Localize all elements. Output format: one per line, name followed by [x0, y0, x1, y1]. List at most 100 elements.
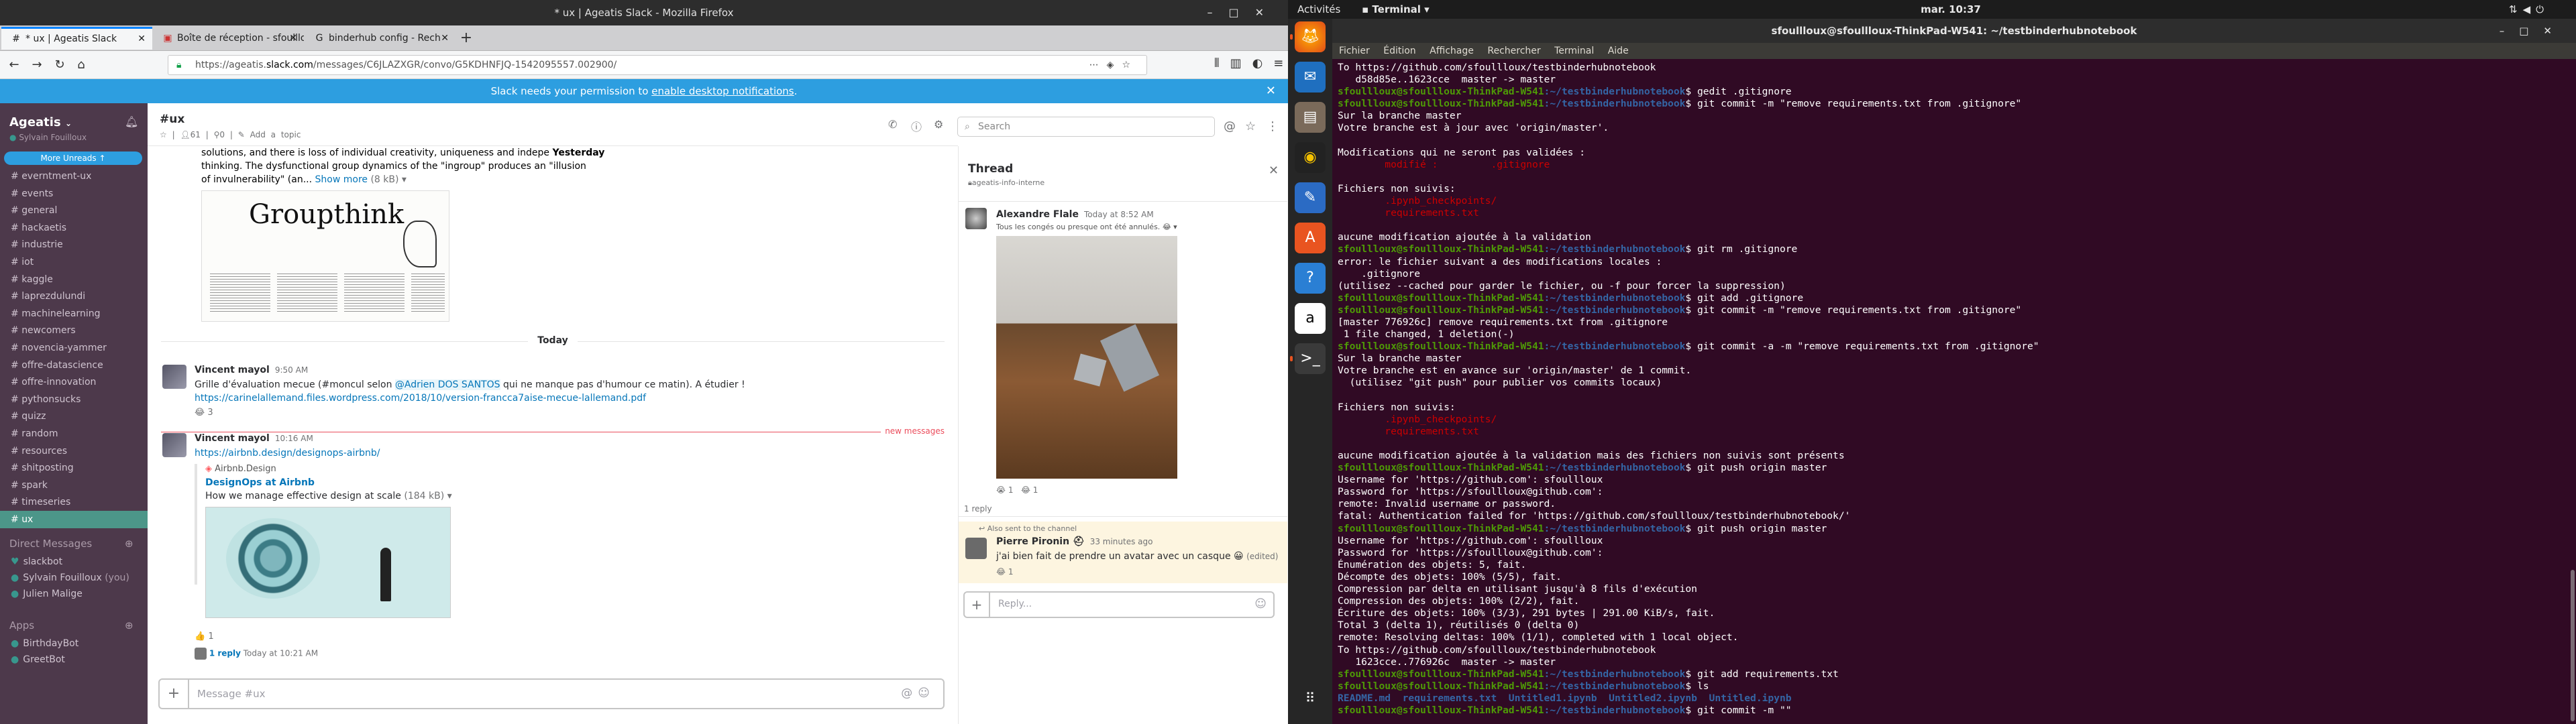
maximize-icon[interactable]: □: [2519, 25, 2543, 37]
tab-close-icon[interactable]: ✕: [138, 29, 146, 49]
author-name[interactable]: Alexandre Flale: [996, 209, 1079, 220]
dm-item[interactable]: ♥ slackbot: [0, 554, 148, 570]
app-item[interactable]: ● GreetBot: [0, 652, 148, 668]
mention-icon[interactable]: @: [901, 686, 918, 700]
sidebar-icon[interactable]: ▥: [1230, 56, 1252, 70]
mention-icon[interactable]: @: [1224, 119, 1236, 133]
forward-button[interactable]: →: [28, 56, 46, 74]
more-vertical-icon[interactable]: ⋮: [1267, 119, 1279, 133]
emoji-icon[interactable]: ☺: [1254, 597, 1267, 611]
members-icon[interactable]: 👤︎: [180, 130, 190, 139]
apps-header[interactable]: Apps ⊕: [9, 619, 133, 631]
rhythmbox-icon[interactable]: ◉: [1295, 142, 1326, 173]
menu-item[interactable]: Terminal: [1554, 46, 1594, 56]
home-button[interactable]: ⌂: [72, 56, 90, 74]
enable-notifications-link[interactable]: enable desktop notifications: [651, 85, 794, 97]
unfurl-title[interactable]: DesignOps at Airbnb: [205, 477, 463, 491]
user-mention[interactable]: @Adrien DOS SANTOS: [394, 379, 500, 390]
sidebar-item-novencia-yammer[interactable]: # novencia-yammer: [0, 339, 148, 357]
software-center-icon[interactable]: A: [1295, 223, 1326, 253]
emoji-icon[interactable]: ☺: [918, 686, 935, 700]
close-icon[interactable]: ✕: [2543, 25, 2567, 37]
system-tray[interactable]: ⇅◀⏻: [2509, 3, 2549, 15]
back-button[interactable]: ←: [5, 56, 23, 74]
designops-image[interactable]: [205, 507, 451, 618]
author-name[interactable]: Pierre Pironin: [996, 536, 1069, 547]
close-icon[interactable]: ✕: [1255, 6, 1280, 19]
app-item[interactable]: ● BirthdayBot: [0, 636, 148, 652]
sidebar-item-shitposting[interactable]: # shitposting: [0, 459, 148, 477]
more-icon[interactable]: ⋯: [1089, 60, 1107, 70]
url-bar[interactable]: 🔒︎ https://ageatis.slack.com/messages/C6J…: [168, 55, 1147, 75]
sidebar-item-spark[interactable]: # spark: [0, 477, 148, 494]
timestamp[interactable]: 33 minutes ago: [1090, 537, 1153, 546]
extension-icon[interactable]: ◐: [1252, 56, 1274, 70]
floor-photo[interactable]: [996, 236, 1177, 479]
menu-item[interactable]: Fichier: [1339, 46, 1370, 56]
timestamp[interactable]: 10:16 AM: [275, 434, 313, 443]
menu-item[interactable]: Édition: [1383, 46, 1415, 56]
message-link[interactable]: https://airbnb.design/designops-airbnb/: [195, 448, 380, 459]
message-composer[interactable]: + Message #ux @☺: [158, 678, 945, 709]
firefox-icon[interactable]: 🦊︎: [1290, 21, 1326, 52]
call-icon[interactable]: ✆: [888, 118, 897, 131]
menu-item[interactable]: Rechercher: [1487, 46, 1540, 56]
sidebar-item-newcomers[interactable]: # newcomers: [0, 322, 148, 339]
add-topic-link[interactable]: ✎ Add a topic: [238, 130, 301, 139]
search-input[interactable]: ⌕ Search: [957, 117, 1215, 137]
sidebar-item-events[interactable]: # events: [0, 185, 148, 202]
tab-close-icon[interactable]: ✕: [441, 27, 449, 50]
reload-button[interactable]: ↻: [51, 56, 68, 74]
minimize-icon[interactable]: –: [1207, 6, 1228, 19]
sidebar-item-ux[interactable]: # ux: [0, 511, 148, 528]
sidebar-item-industrie[interactable]: # industrie: [0, 236, 148, 253]
caret-icon[interactable]: ▾: [1173, 223, 1177, 231]
avatar[interactable]: [162, 433, 186, 457]
terminal-output[interactable]: To https://github.com/sfoullloux/testbin…: [1332, 59, 2567, 724]
clock[interactable]: mar. 10:37: [1911, 3, 1991, 15]
banner-close-icon[interactable]: ✕: [1266, 79, 1276, 103]
dm-header[interactable]: Direct Messages ⊕: [9, 538, 133, 550]
files-icon[interactable]: ▤: [1295, 102, 1326, 133]
activities-button[interactable]: Activités: [1297, 3, 1340, 15]
attach-button[interactable]: +: [965, 593, 990, 617]
info-icon[interactable]: ⓘ: [911, 118, 922, 134]
avatar[interactable]: [162, 365, 186, 389]
more-unreads-button[interactable]: More Unreads ↑: [4, 152, 142, 165]
avatar[interactable]: [965, 538, 987, 559]
sidebar-item-iot[interactable]: # iot: [0, 253, 148, 271]
menu-item[interactable]: Aide: [1608, 46, 1629, 56]
star-icon[interactable]: ☆: [160, 130, 167, 139]
reply-input[interactable]: + Reply... ☺: [963, 591, 1275, 618]
library-icon[interactable]: ⫴: [1214, 56, 1230, 70]
show-more-link[interactable]: Show more: [315, 174, 368, 185]
new-tab-button[interactable]: +: [455, 25, 478, 51]
timestamp[interactable]: 9:50 AM: [275, 365, 308, 375]
minimize-icon[interactable]: –: [2500, 25, 2520, 37]
sidebar-item-everntment-ux[interactable]: # everntment-ux: [0, 168, 148, 185]
sidebar-item-quizz[interactable]: # quizz: [0, 408, 148, 425]
pocket-icon[interactable]: ◈: [1107, 60, 1122, 70]
sidebar-item-machinelearning[interactable]: # machinelearning: [0, 305, 148, 322]
caret-icon[interactable]: ▾: [402, 174, 407, 185]
channel-name[interactable]: #ux: [160, 113, 184, 126]
help-icon[interactable]: ?: [1295, 263, 1326, 294]
author-name[interactable]: Vincent mayol: [195, 365, 270, 375]
sidebar-item-pythonsucks[interactable]: # pythonsucks: [0, 391, 148, 408]
close-thread-icon[interactable]: ✕: [1269, 164, 1279, 178]
reactions[interactable]: 😭 1 😂 1: [996, 485, 1038, 495]
reaction[interactable]: 👍 1: [195, 631, 214, 642]
add-dm-icon[interactable]: ⊕: [125, 538, 133, 550]
tab-search[interactable]: Gbinderhub config - Rech ✕: [305, 27, 455, 50]
tab-mail[interactable]: ▣ Boîte de réception - sfoullloux ✕: [153, 27, 304, 50]
dm-item[interactable]: ● Sylvain Fouilloux (you): [0, 570, 148, 586]
app-menu[interactable]: ▪ Terminal ▾: [1362, 3, 1430, 15]
message-link[interactable]: https://carinelallemand.files.wordpress.…: [195, 393, 646, 404]
sidebar-item-laprezdulundi[interactable]: # laprezdulundi: [0, 288, 148, 305]
sidebar-item-hackaetis[interactable]: # hackaetis: [0, 219, 148, 237]
sidebar-item-general[interactable]: # general: [0, 202, 148, 219]
reaction[interactable]: 😂 1: [996, 567, 1013, 577]
sidebar-item-kaggle[interactable]: # kaggle: [0, 271, 148, 288]
sidebar-item-resources[interactable]: # resources: [0, 442, 148, 460]
tab-slack[interactable]: # * ux | Ageatis Slack ✕: [1, 27, 152, 50]
